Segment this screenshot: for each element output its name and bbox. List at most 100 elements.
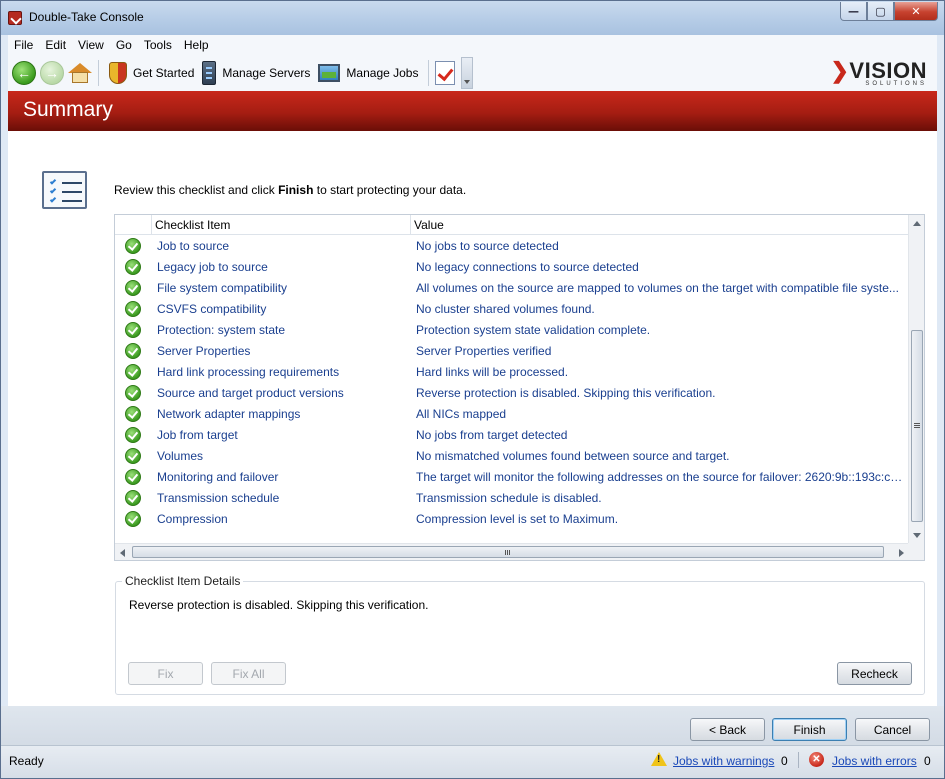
row-value: Transmission schedule is disabled. [416, 491, 602, 505]
manage-servers-label: Manage Servers [222, 66, 311, 80]
row-checklist-item: Protection: system state [157, 323, 286, 337]
checklist-doc-icon[interactable] [435, 61, 456, 85]
row-value: Server Properties verified [416, 344, 552, 358]
table-row[interactable]: Network adapter mappings All NICs mapped [115, 404, 909, 425]
scroll-left-icon[interactable] [120, 549, 125, 557]
table-row[interactable]: Monitoring and failover The target will m… [115, 467, 909, 488]
checklist-grid[interactable]: Checklist Item Value Job to source No job… [114, 214, 925, 561]
jobs-with-warnings-link[interactable]: Jobs with warnings [673, 754, 774, 768]
toolbar: ← → Get Started Manage Servers Manage Jo… [8, 55, 937, 91]
scroll-down-icon[interactable] [913, 533, 921, 538]
fix-button[interactable]: Fix [128, 662, 203, 685]
row-checklist-item: CSVFS compatibility [157, 302, 267, 316]
table-row[interactable]: Legacy job to source No legacy connection… [115, 257, 909, 278]
grid-rows: Job to source No jobs to source detected L… [115, 236, 909, 530]
row-checklist-item: Legacy job to source [157, 260, 268, 274]
table-row[interactable]: Source and target product versions Revers… [115, 383, 909, 404]
toolbar-overflow-button[interactable] [461, 57, 474, 89]
manage-jobs-button[interactable]: Manage Jobs [314, 58, 422, 88]
menu-edit[interactable]: Edit [39, 38, 72, 52]
back-arrow-icon[interactable]: ← [12, 61, 36, 85]
table-row[interactable]: Server Properties Server Properties verif… [115, 341, 909, 362]
minimize-button[interactable]: — [840, 2, 867, 21]
menu-file[interactable]: File [8, 38, 39, 52]
check-ok-icon [125, 343, 141, 359]
jobs-with-errors-link[interactable]: Jobs with errors [832, 754, 917, 768]
home-icon[interactable] [68, 61, 92, 85]
window-controls: — ▢ ✕ [840, 2, 938, 21]
recheck-button[interactable]: Recheck [837, 662, 912, 685]
manage-jobs-label: Manage Jobs [346, 66, 419, 80]
page-title: Summary [23, 98, 113, 121]
instruction-text: Review this checklist and click Finish t… [114, 183, 467, 197]
forward-arrow-icon[interactable]: → [40, 61, 64, 85]
row-value: All volumes on the source are mapped to … [416, 281, 899, 295]
row-checklist-item: Hard link processing requirements [157, 365, 340, 379]
window-title: Double-Take Console [29, 10, 144, 24]
table-row[interactable]: File system compatibility All volumes on … [115, 278, 909, 299]
vertical-scroll-thumb[interactable] [911, 330, 923, 522]
menu-tools[interactable]: Tools [138, 38, 178, 52]
row-value: No jobs to source detected [416, 239, 559, 253]
details-text: Reverse protection is disabled. Skipping… [129, 598, 429, 612]
close-button[interactable]: ✕ [894, 2, 938, 21]
table-row[interactable]: Job to source No jobs to source detected [115, 236, 909, 257]
check-ok-icon [125, 427, 141, 443]
row-checklist-item: Server Properties [157, 344, 251, 358]
column-header-value[interactable]: Value [414, 218, 444, 232]
vision-logo: ❯VISION SOLUTIONS [830, 58, 927, 87]
column-header-checklist-item[interactable]: Checklist Item [155, 218, 230, 232]
manage-servers-button[interactable]: Manage Servers [198, 58, 314, 88]
get-started-button[interactable]: Get Started [105, 58, 198, 88]
row-checklist-item: Job from target [157, 428, 238, 442]
scroll-up-icon[interactable] [913, 221, 921, 226]
checklist-item-details-group: Checklist Item Details Reverse protectio… [115, 574, 925, 695]
menu-view[interactable]: View [72, 38, 110, 52]
row-checklist-item: Network adapter mappings [157, 407, 301, 421]
checklist-icon [42, 171, 87, 209]
table-row[interactable]: CSVFS compatibility No cluster shared vol… [115, 299, 909, 320]
row-checklist-item: Source and target product versions [157, 386, 344, 400]
fix-all-button[interactable]: Fix All [211, 662, 286, 685]
menu-help[interactable]: Help [178, 38, 215, 52]
page-banner: Summary [8, 91, 937, 131]
row-value: The target will monitor the following ad… [416, 470, 904, 484]
check-ok-icon [125, 280, 141, 296]
horizontal-scroll-thumb[interactable] [132, 546, 884, 558]
row-value: Reverse protection is disabled. Skipping… [416, 386, 716, 400]
table-row[interactable]: Hard link processing requirements Hard li… [115, 362, 909, 383]
check-ok-icon [125, 490, 141, 506]
errors-count: 0 [924, 754, 931, 768]
row-checklist-item: Job to source [157, 239, 230, 253]
cancel-button[interactable]: Cancel [855, 718, 930, 741]
menu-bar: File Edit View Go Tools Help [8, 35, 937, 55]
maximize-button[interactable]: ▢ [867, 2, 894, 21]
table-row[interactable]: Protection: system state Protection syste… [115, 320, 909, 341]
table-row[interactable]: Compression Compression level is set to M… [115, 509, 909, 530]
check-ok-icon [125, 448, 141, 464]
app-icon[interactable] [8, 11, 22, 25]
back-button[interactable]: < Back [690, 718, 765, 741]
warnings-count: 0 [781, 754, 788, 768]
title-bar[interactable]: Double-Take Console — ▢ ✕ [1, 1, 944, 35]
server-icon [202, 61, 217, 85]
toolbar-separator [428, 60, 430, 86]
row-value: No mismatched volumes found between sour… [416, 449, 730, 463]
grid-header: Checklist Item Value [115, 215, 909, 235]
scrollbar-corner [908, 543, 924, 560]
check-ok-icon [125, 259, 141, 275]
row-value: No legacy connections to source detected [416, 260, 639, 274]
check-ok-icon [125, 469, 141, 485]
scroll-right-icon[interactable] [899, 549, 904, 557]
table-row[interactable]: Transmission schedule Transmission schedu… [115, 488, 909, 509]
finish-button[interactable]: Finish [772, 718, 847, 741]
row-checklist-item: Transmission schedule [157, 491, 280, 505]
get-started-label: Get Started [133, 66, 195, 80]
menu-go[interactable]: Go [110, 38, 138, 52]
vertical-scrollbar[interactable] [908, 215, 924, 544]
monitor-icon [318, 64, 341, 82]
horizontal-scrollbar[interactable] [115, 543, 909, 560]
row-checklist-item: File system compatibility [157, 281, 288, 295]
table-row[interactable]: Volumes No mismatched volumes found betwe… [115, 446, 909, 467]
table-row[interactable]: Job from target No jobs from target detec… [115, 425, 909, 446]
